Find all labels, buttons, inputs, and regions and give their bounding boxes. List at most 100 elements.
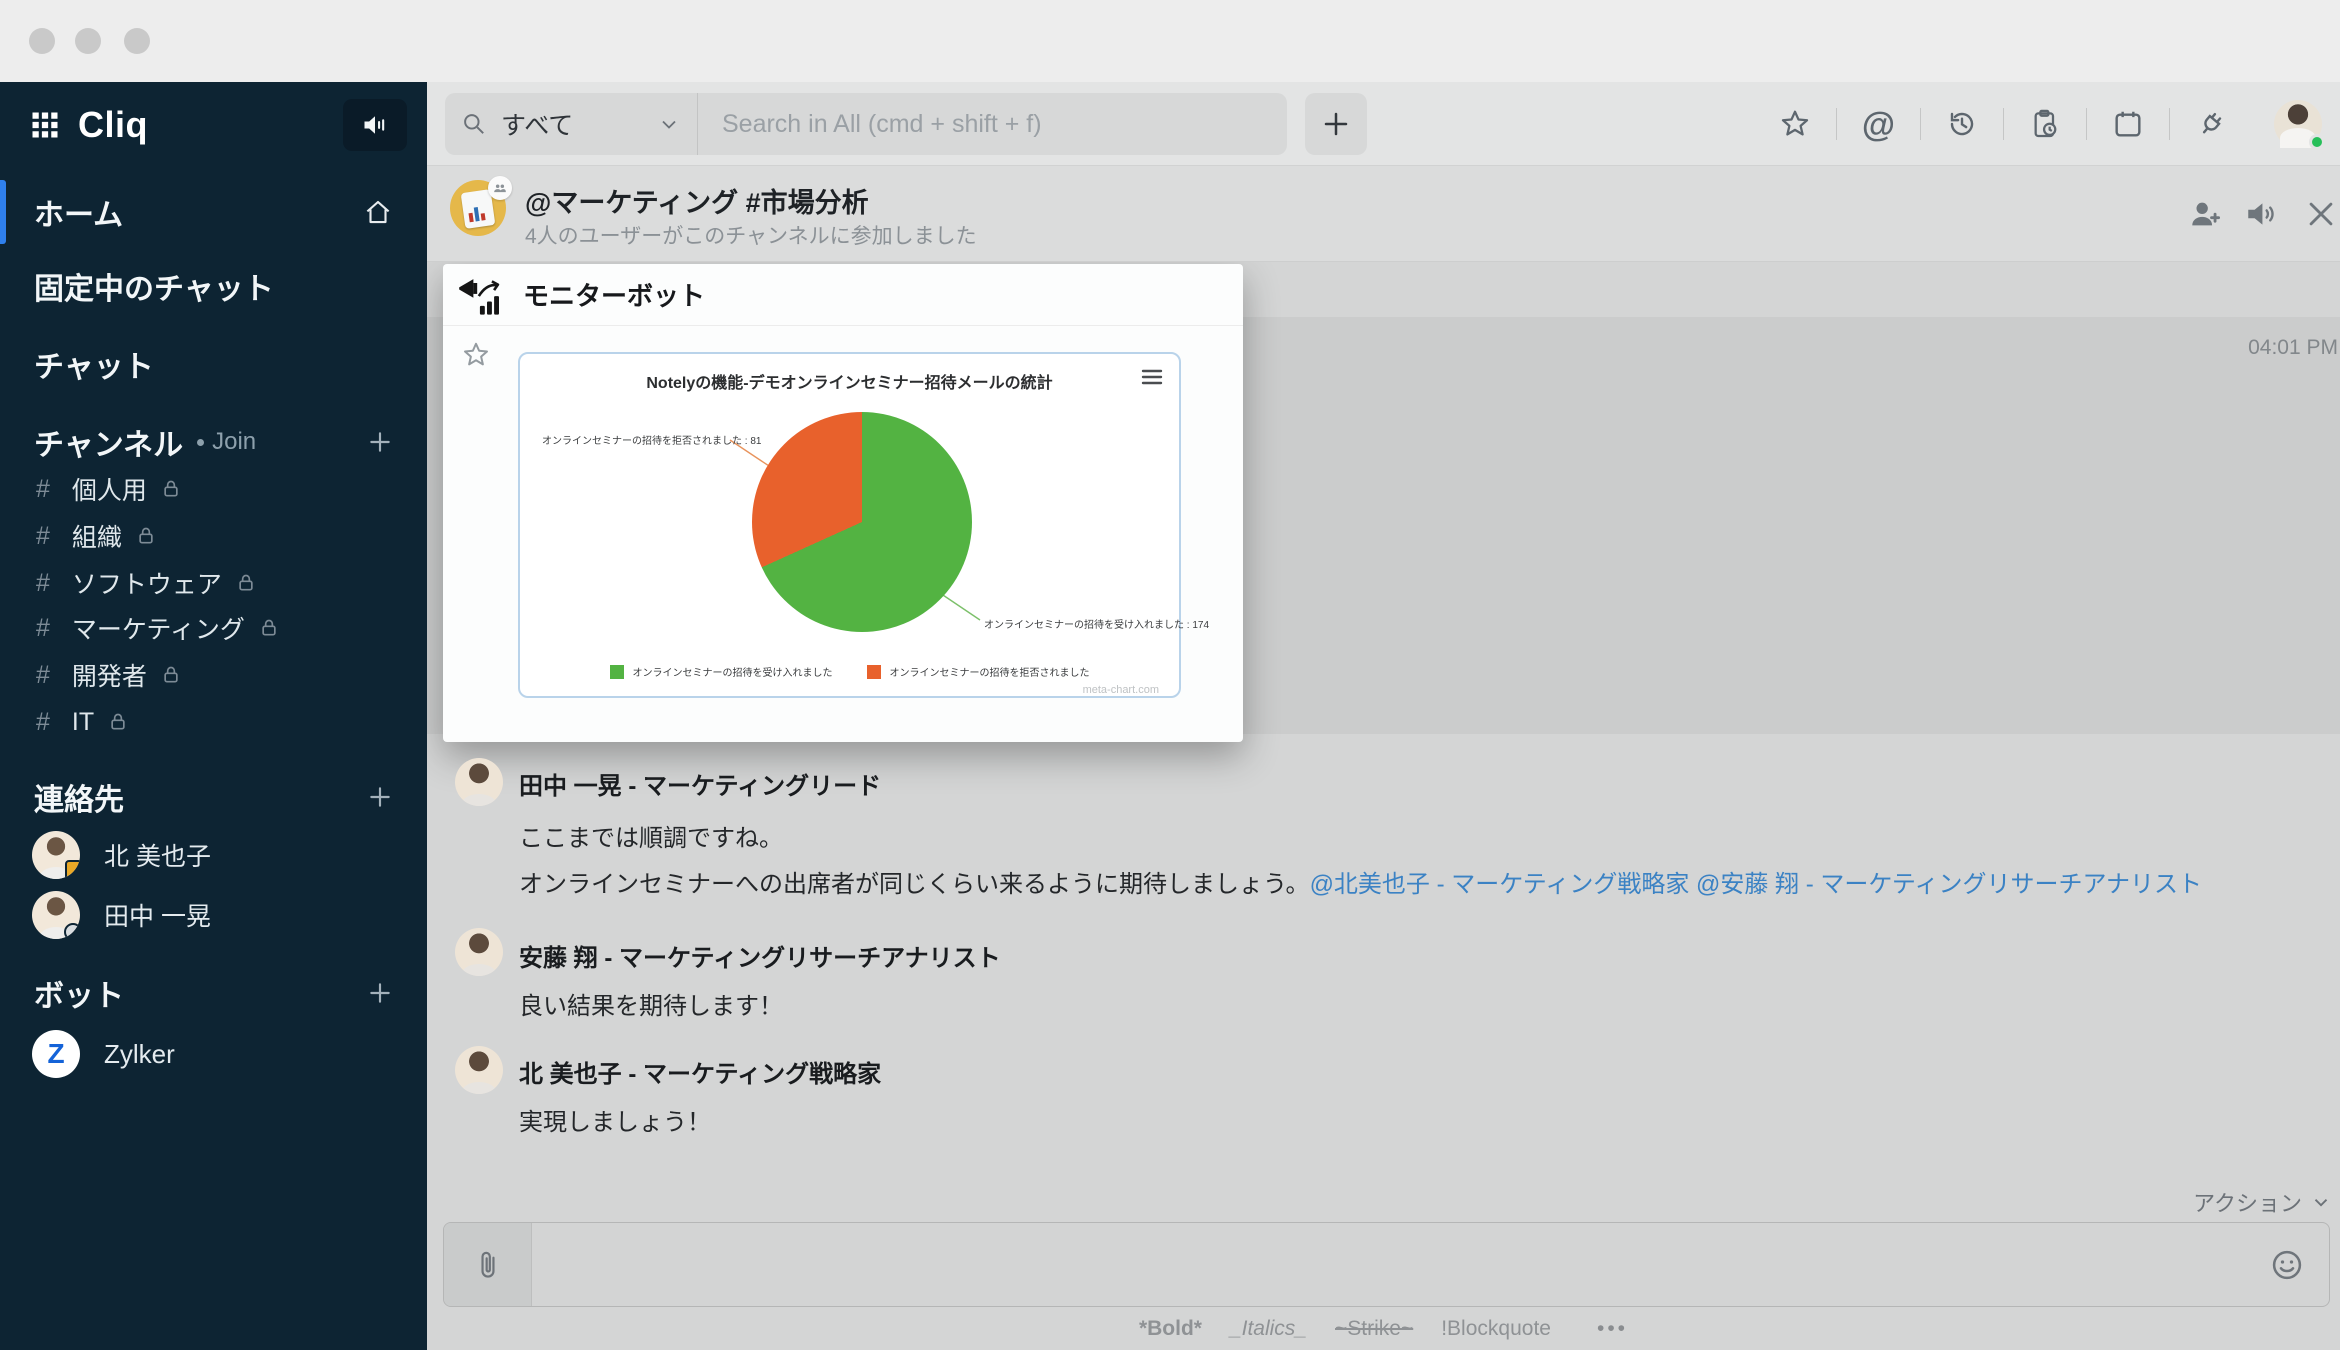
channel-title: @マーケティング #市場分析 xyxy=(525,181,869,220)
avatar-kita[interactable] xyxy=(455,1046,503,1094)
top-search-bar: すべて Search in All (cmd + shift + f) @ xyxy=(427,82,2340,166)
message-input[interactable] xyxy=(532,1223,2269,1306)
sidebar-section-contacts[interactable]: 連絡先 xyxy=(0,770,427,824)
lock-icon xyxy=(161,479,181,499)
channel-speaker-icon[interactable] xyxy=(2244,197,2278,231)
formatting-hints: *Bold* _Italics_ ~Strike~ !Blockquote ••… xyxy=(427,1317,2340,1341)
message-composer[interactable] xyxy=(443,1222,2330,1307)
integrations-plug-icon[interactable] xyxy=(2170,108,2252,140)
paperclip-icon xyxy=(473,1248,503,1282)
sidebar-section-channels[interactable]: チャンネル Join xyxy=(0,416,427,468)
search-scope-dropdown[interactable]: すべて xyxy=(445,93,697,155)
message-sender[interactable]: 田中 一晃 - マーケティングリード xyxy=(519,766,881,801)
hint-italics: _Italics_ xyxy=(1230,1317,1307,1341)
window-minimize-button[interactable] xyxy=(75,28,101,54)
avatar xyxy=(32,891,80,939)
add-contact-button[interactable] xyxy=(367,784,393,810)
join-channel-link[interactable]: Join xyxy=(197,428,256,456)
avatar-tanaka[interactable] xyxy=(455,758,503,806)
app-logo: Cliq xyxy=(78,104,148,146)
mention-link[interactable]: @北美也子 - マーケティング戦略家 xyxy=(1310,871,1690,898)
chart-legend: オンラインセミナーの招待を受け入れました オンラインセミナーの招待を拒否されまし… xyxy=(520,664,1179,679)
attach-file-button[interactable] xyxy=(444,1223,532,1306)
actions-dropdown[interactable]: アクション xyxy=(2193,1186,2332,1218)
window-zoom-button[interactable] xyxy=(124,28,150,54)
sidebar-contact-kita[interactable]: 北 美也子 xyxy=(0,826,427,884)
audio-status-button[interactable] xyxy=(343,99,407,151)
window-close-button[interactable] xyxy=(29,28,55,54)
star-message-icon[interactable] xyxy=(461,340,491,370)
window-titlebar xyxy=(0,0,2340,82)
message-text: オンラインセミナーへの出席者が同じくらい来るように期待しましょう。@北美也子 -… xyxy=(519,864,2202,899)
channel-members-badge xyxy=(488,176,512,200)
search-icon xyxy=(461,111,487,137)
add-channel-button[interactable] xyxy=(367,429,393,455)
sidebar-header: Cliq xyxy=(0,82,427,168)
mention-link[interactable]: @安藤 翔 - マーケティングリサーチアナリスト xyxy=(1696,871,2202,898)
main-area: すべて Search in All (cmd + shift + f) @ xyxy=(427,82,2340,1350)
close-icon[interactable] xyxy=(2304,197,2338,231)
speaker-icon xyxy=(361,111,389,139)
more-formatting-button[interactable]: ••• xyxy=(1597,1317,1628,1341)
message-sender[interactable]: 北 美也子 - マーケティング戦略家 xyxy=(519,1054,881,1089)
message-sender[interactable]: 安藤 翔 - マーケティングリサーチアナリスト xyxy=(519,938,1001,973)
lock-icon xyxy=(136,526,156,546)
pie-callout-accepted: オンラインセミナーの招待を受け入れました : 174 xyxy=(984,616,1209,631)
lock-icon xyxy=(236,573,256,593)
pie xyxy=(752,412,972,632)
channel-subtitle: 4人のユーザーがこのチャンネルに参加しました xyxy=(525,220,977,250)
new-chat-button[interactable] xyxy=(1305,93,1367,155)
lock-icon xyxy=(108,712,128,732)
legend-item-rejected: オンラインセミナーの招待を拒否されました xyxy=(867,664,1090,679)
sidebar-channel-software[interactable]: # ソフトウェア xyxy=(0,560,427,606)
clipboard-tasks-icon[interactable] xyxy=(2004,108,2086,140)
sidebar-bot-zylker[interactable]: Z Zylker xyxy=(0,1024,427,1084)
avatar-ando[interactable] xyxy=(455,928,503,976)
home-icon xyxy=(363,197,393,227)
message-timestamp: 04:01 PM xyxy=(2248,336,2338,360)
mobile-status-badge xyxy=(65,860,80,879)
hint-blockquote: !Blockquote xyxy=(1441,1317,1551,1341)
sidebar-item-home[interactable]: ホーム xyxy=(0,182,427,242)
legend-swatch-orange xyxy=(867,665,881,679)
zylker-logo: Z xyxy=(32,1030,80,1078)
channel-avatar[interactable] xyxy=(450,180,506,236)
sidebar-section-bots[interactable]: ボット xyxy=(0,966,427,1020)
sidebar-channel-developers[interactable]: # 開発者 xyxy=(0,652,427,698)
chart-watermark: meta-chart.com xyxy=(1083,684,1159,696)
emoji-button[interactable] xyxy=(2269,1223,2329,1306)
bot-card-header: モニターボット xyxy=(443,264,1243,326)
sidebar: Cliq ホーム 固定中のチャット チャット チャンネル Join xyxy=(0,82,427,1350)
legend-swatch-green xyxy=(610,665,624,679)
lock-icon xyxy=(161,665,181,685)
sidebar-channel-marketing[interactable]: # マーケティング xyxy=(0,605,427,651)
add-participant-icon[interactable] xyxy=(2188,197,2222,231)
chart-menu-icon[interactable] xyxy=(1141,368,1163,386)
search-input[interactable]: Search in All (cmd + shift + f) xyxy=(697,93,1287,155)
chevron-down-icon xyxy=(2310,1191,2332,1213)
sidebar-contact-tanaka[interactable]: 田中 一晃 xyxy=(0,886,427,944)
sidebar-channel-org[interactable]: # 組織 xyxy=(0,513,427,559)
add-bot-button[interactable] xyxy=(367,980,393,1006)
history-icon[interactable] xyxy=(1921,108,2003,140)
bot-name: モニターボット xyxy=(523,276,705,313)
app-grid-icon[interactable] xyxy=(30,110,60,140)
offline-status-badge xyxy=(64,923,80,939)
sidebar-channel-it[interactable]: # IT xyxy=(0,699,427,745)
sidebar-item-pinned-chats[interactable]: 固定中のチャット xyxy=(0,258,427,314)
sidebar-item-chats[interactable]: チャット xyxy=(0,336,427,392)
calendar-icon[interactable] xyxy=(2087,108,2169,140)
sidebar-channel-personal[interactable]: # 個人用 xyxy=(0,466,427,512)
monitor-bot-avatar-icon xyxy=(457,273,505,317)
mentions-icon[interactable]: @ xyxy=(1837,104,1920,145)
chart-title: Notelyの機能-デモオンラインセミナー招待メールの統計 xyxy=(520,369,1179,393)
profile-avatar[interactable] xyxy=(2274,100,2322,148)
chat-area: 04:01 PM xyxy=(427,262,2340,1350)
legend-item-accepted: オンラインセミナーの招待を受け入れました xyxy=(610,664,833,679)
starred-messages-icon[interactable] xyxy=(1754,108,1836,140)
chevron-down-icon xyxy=(657,112,681,136)
channel-header: @マーケティング #市場分析 4人のユーザーがこのチャンネルに参加しました xyxy=(427,166,2340,262)
bot-message-card[interactable]: モニターボット Notelyの機能-デモオンラインセミナー招待メールの統計 オン… xyxy=(443,264,1243,742)
hint-strike: ~Strike~ xyxy=(1335,1317,1413,1341)
online-status-dot xyxy=(2309,134,2325,150)
